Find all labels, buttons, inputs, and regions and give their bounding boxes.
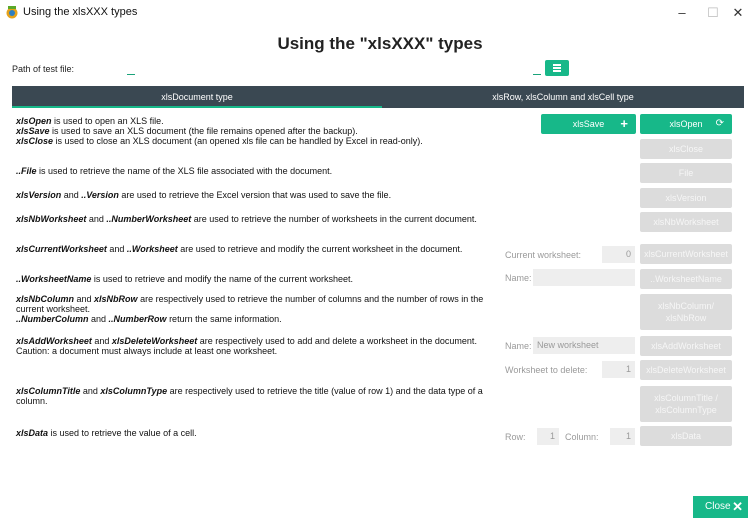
title-bar: Using the xlsXXX types – ☐ ✕ [0, 0, 748, 26]
desc-currentworksheet: xlsCurrentWorksheet and ..Worksheet are … [16, 244, 463, 254]
xlsclose-button[interactable]: xlsClose [640, 139, 732, 159]
xlsopen-button[interactable]: xlsOpen ⟳ [640, 114, 732, 134]
desc-data: xlsData is used to retrieve the value of… [16, 428, 197, 438]
row-label: Row: [505, 432, 526, 442]
new-worksheet-input[interactable]: New worksheet [533, 337, 635, 354]
xlsnbworksheet-button[interactable]: xlsNbWorksheet [640, 212, 732, 232]
desc-version: xlsVersion and ..Version are used to ret… [16, 190, 392, 200]
add-name-label: Name: [505, 341, 532, 351]
tab-bar: xlsDocument type xlsRow, xlsColumn and x… [12, 86, 744, 108]
current-worksheet-input[interactable]: 0 [602, 246, 635, 263]
xlscolumntitle-type-button[interactable]: xlsColumnTitle / xlsColumnType [640, 386, 732, 422]
tab-xlsdocument[interactable]: xlsDocument type [12, 86, 382, 108]
close-icon: ✕ [732, 499, 743, 514]
desc-columntitle: xlsColumnTitle and xlsColumnType are res… [16, 386, 483, 406]
active-tab-indicator [12, 106, 382, 108]
current-worksheet-label: Current worksheet: [505, 250, 582, 260]
desc-addworksheet: xlsAddWorksheet and xlsDeleteWorksheet a… [16, 336, 477, 356]
xlsnbcolumn-nbrow-button[interactable]: xlsNbColumn/ xlsNbRow [640, 294, 732, 330]
window-title: Using the xlsXXX types [23, 6, 138, 18]
minimize-button[interactable]: – [667, 3, 697, 23]
xlssave-button[interactable]: xlsSave + [541, 114, 636, 134]
tab-xlsrow-column-cell[interactable]: xlsRow, xlsColumn and xlsCell type [382, 86, 744, 108]
delete-worksheet-label: Worksheet to delete: [505, 365, 588, 375]
desc-open-save-close: xlsOpen is used to open an XLS file. xls… [16, 116, 423, 146]
plus-icon: + [620, 116, 628, 131]
file-button[interactable]: File [640, 163, 732, 183]
desc-nbworksheet: xlsNbWorksheet and ..NumberWorksheet are… [16, 214, 477, 224]
path-field-end [533, 74, 541, 75]
app-icon [6, 6, 18, 19]
xlsaddworksheet-button[interactable]: xlsAddWorksheet [640, 336, 732, 356]
xlsversion-button[interactable]: xlsVersion [640, 188, 732, 208]
path-label: Path of test file: [12, 64, 75, 74]
row-input[interactable]: 1 [537, 428, 559, 445]
page-title: Using the "xlsXXX" types [277, 34, 483, 53]
close-button[interactable]: Close ✕ [693, 496, 748, 518]
xlsdata-button[interactable]: xlsData [640, 426, 732, 446]
column-input[interactable]: 1 [610, 428, 635, 445]
xlsdeleteworksheet-button[interactable]: xlsDeleteWorksheet [640, 360, 732, 380]
menu-icon [553, 64, 561, 66]
close-window-button[interactable]: ✕ [728, 3, 748, 23]
desc-worksheetname: ..WorksheetName is used to retrieve and … [16, 274, 354, 284]
delete-worksheet-input[interactable]: 1 [602, 361, 635, 378]
worksheet-name-input[interactable] [533, 269, 635, 286]
maximize-button[interactable]: ☐ [698, 3, 728, 23]
menu-button[interactable] [545, 60, 569, 76]
worksheetname-button[interactable]: ..WorksheetName [640, 269, 732, 289]
refresh-icon: ⟳ [715, 118, 724, 129]
name-label: Name: [505, 273, 532, 283]
column-label: Column: [565, 432, 599, 442]
xlscurrentworksheet-button[interactable]: xlsCurrentWorksheet [640, 244, 732, 264]
desc-nbcolumn: xlsNbColumn and xlsNbRow are respectivel… [16, 294, 484, 324]
desc-file: ..File is used to retrieve the name of t… [16, 166, 333, 176]
path-field[interactable] [127, 74, 135, 75]
